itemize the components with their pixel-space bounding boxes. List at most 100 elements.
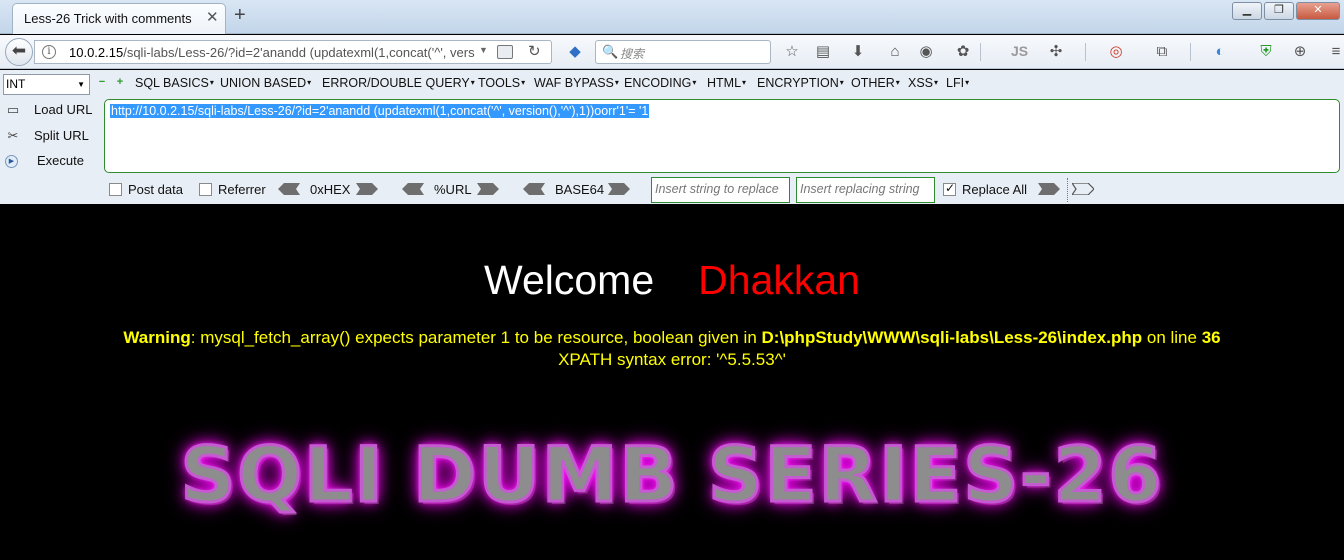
tab-strip: Less-26 Trick with comments ✕ + ▁ ❐ ✕	[0, 0, 1344, 34]
referrer-label: Referrer	[218, 182, 266, 197]
menu-other[interactable]: OTHER▾	[851, 76, 900, 90]
spider-icon[interactable]: ✣	[1046, 42, 1066, 62]
play-icon: ▶	[5, 155, 18, 168]
search-icon: 🔍	[602, 44, 619, 59]
type-select-value: INT	[6, 77, 26, 91]
new-tab-button[interactable]: +	[234, 4, 246, 26]
url-encode-arrow-icon[interactable]	[477, 183, 499, 195]
scissors-icon: ✂	[7, 128, 19, 143]
url-history-dropdown-icon[interactable]: ▼	[479, 45, 488, 55]
base64-decode-arrow-icon[interactable]	[523, 183, 545, 195]
back-arrow-icon: ⬅	[11, 41, 27, 60]
page-content: Welcome Dhakkan Warning: mysql_fetch_arra…	[0, 205, 1344, 560]
tortoise-addon-icon[interactable]: ◆	[565, 42, 585, 62]
url-textarea-value: http://10.0.2.15/sqli-labs/Less-26/?id=2…	[110, 104, 650, 118]
proxy-globe-icon[interactable]: ◐	[1210, 42, 1230, 62]
hex-decode-arrow-icon[interactable]	[278, 183, 300, 195]
hex-encode-arrow-icon[interactable]	[356, 183, 378, 195]
browser-tab[interactable]: Less-26 Trick with comments ✕	[12, 3, 226, 34]
base64-label: BASE64	[555, 182, 605, 197]
navigation-bar: ⬅ i 10.0.2.15/sqli-labs/Less-26/?id=2'an…	[0, 35, 1344, 69]
hackbar-panel: INT ▼ − + SQL BASICS▾ UNION BASED▾ ERROR…	[0, 70, 1344, 204]
chevron-down-icon: ▼	[77, 80, 85, 89]
search-placeholder: 搜索	[620, 47, 645, 61]
php-warning: Warning: mysql_fetch_array() expects par…	[0, 328, 1344, 348]
menu-lfi[interactable]: LFI▾	[946, 76, 969, 90]
split-url-button[interactable]: ✂ Split URL	[5, 126, 100, 148]
menu-encryption[interactable]: ENCRYPTION▾	[757, 76, 844, 90]
shield-icon[interactable]: ⛨	[1256, 42, 1276, 62]
palette-icon[interactable]: ✿	[953, 42, 973, 62]
warning-line-number: 36	[1201, 328, 1221, 347]
execute-label: Execute	[37, 153, 84, 168]
warning-text: : mysql_fetch_array() expects parameter …	[190, 328, 762, 347]
url-path: /sqli-labs/Less-26/?id=2'anandd (updatex…	[123, 45, 475, 60]
search-bar[interactable]: 🔍 搜索	[595, 40, 771, 64]
menu-xss[interactable]: XSS▾	[908, 76, 938, 90]
type-select[interactable]: INT ▼	[3, 74, 90, 95]
replace-arrow-icon[interactable]	[1038, 183, 1060, 195]
series-banner-logo: SQLI DUMB SERIES-26	[179, 429, 1164, 521]
url-encode-label: %URL	[434, 182, 472, 197]
minimize-button[interactable]: ▁	[1232, 2, 1262, 20]
menu-error-double-query[interactable]: ERROR/DOUBLE QUERY▾	[322, 76, 475, 90]
tab-close-icon[interactable]: ✕	[206, 10, 219, 26]
execute-button[interactable]: ▶ Execute	[5, 151, 100, 173]
address-text[interactable]: 10.0.2.15/sqli-labs/Less-26/?id=2'anandd…	[69, 45, 475, 60]
menu-icon[interactable]: ≡	[1326, 42, 1344, 62]
network-globe-icon[interactable]: ⊕	[1290, 42, 1310, 62]
home-icon[interactable]: ⌂	[885, 42, 905, 62]
warning-path: D:\phpStudy\WWW\sqli-labs\Less-26\index.…	[761, 328, 1143, 347]
url-textarea[interactable]: http://10.0.2.15/sqli-labs/Less-26/?id=2…	[104, 99, 1340, 173]
tab-title: Less-26 Trick with comments	[24, 11, 192, 26]
url-host: 10.0.2.15	[69, 45, 124, 60]
close-window-button[interactable]: ✕	[1296, 2, 1340, 20]
split-url-label: Split URL	[34, 128, 89, 143]
replace-all-label: Replace All	[962, 182, 1028, 197]
menu-html[interactable]: HTML▾	[707, 76, 746, 90]
toolbar-separator	[1190, 43, 1191, 61]
javascript-toggle-icon[interactable]: JS	[1011, 43, 1028, 59]
page-copy-icon[interactable]: ⧉	[1152, 42, 1172, 62]
load-url-button[interactable]: ▭ Load URL	[5, 100, 100, 122]
back-button[interactable]: ⬅	[5, 38, 33, 66]
download-icon[interactable]: ⬇	[848, 42, 868, 62]
url-decode-arrow-icon[interactable]	[402, 183, 424, 195]
bookmarks-list-icon[interactable]: ▤	[813, 42, 833, 62]
increment-icon[interactable]: +	[115, 77, 125, 88]
load-url-label: Load URL	[34, 102, 93, 117]
window-controls: ▁ ❐ ✕	[1232, 2, 1340, 20]
toolbar-separator	[980, 43, 981, 61]
menu-sql-basics[interactable]: SQL BASICS▾	[135, 76, 214, 90]
menu-encoding[interactable]: ENCODING▾	[624, 76, 696, 90]
post-data-checkbox[interactable]	[109, 183, 122, 196]
replacing-string-input[interactable]: Insert replacing string	[796, 177, 935, 203]
post-data-label: Post data	[128, 182, 183, 197]
replace-all-checkbox[interactable]	[943, 181, 956, 196]
reader-view-icon[interactable]	[497, 45, 513, 59]
replace-string-input[interactable]: Insert string to replace	[651, 177, 790, 203]
hackbar-toggle-icon[interactable]: ◎	[1106, 42, 1126, 62]
referrer-checkbox[interactable]	[199, 183, 212, 196]
maximize-button[interactable]: ❐	[1264, 2, 1294, 20]
warning-label: Warning	[123, 328, 191, 347]
load-url-icon: ▭	[6, 102, 20, 117]
xpath-error-message: XPATH syntax error: '^5.5.53^'	[558, 350, 786, 369]
toolbar-separator	[1085, 43, 1086, 61]
hex-label: 0xHEX	[310, 182, 351, 197]
reload-icon[interactable]: ↻	[528, 42, 541, 60]
menu-waf-bypass[interactable]: WAF BYPASS▾	[534, 76, 619, 90]
menu-tools[interactable]: TOOLS▾	[478, 76, 525, 90]
welcome-text: Welcome	[484, 257, 655, 303]
addon-globe-icon[interactable]: ◉	[916, 42, 936, 62]
replace-all-arrow-icon[interactable]	[1070, 182, 1095, 196]
decrement-icon[interactable]: −	[97, 77, 107, 88]
menu-union-based[interactable]: UNION BASED▾	[220, 76, 311, 90]
base64-encode-arrow-icon[interactable]	[608, 183, 630, 195]
separator	[1067, 178, 1068, 202]
site-info-icon[interactable]: i	[42, 45, 56, 59]
bookmark-star-icon[interactable]: ☆	[782, 42, 802, 62]
welcome-heading: Welcome Dhakkan	[0, 257, 1344, 304]
welcome-name: Dhakkan	[698, 257, 860, 303]
address-bar[interactable]: i 10.0.2.15/sqli-labs/Less-26/?id=2'anan…	[34, 40, 552, 64]
